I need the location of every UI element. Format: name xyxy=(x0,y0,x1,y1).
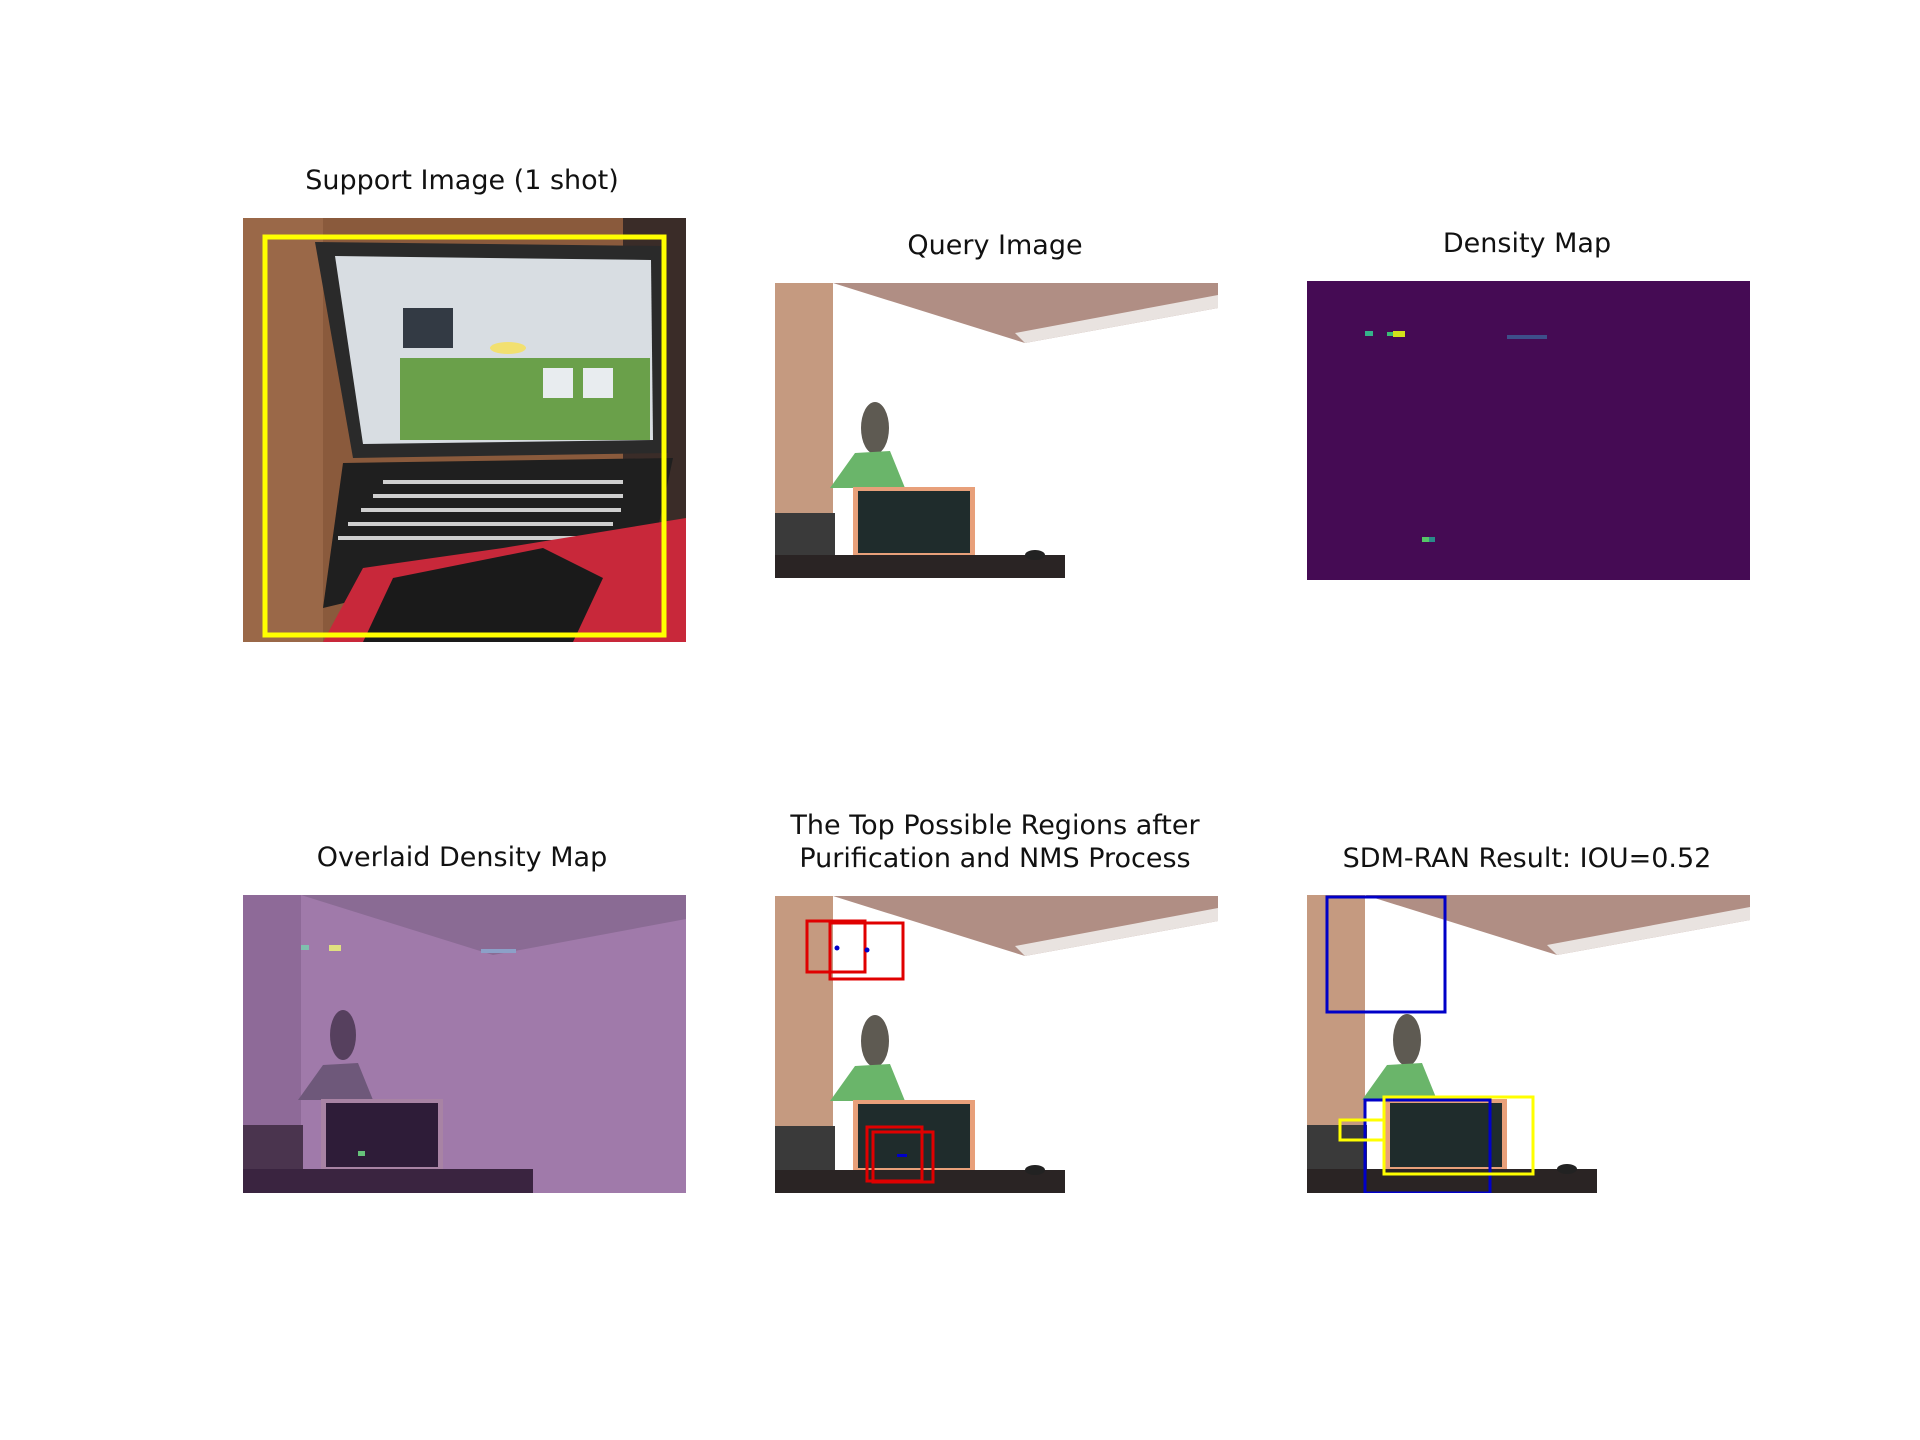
top-regions-image xyxy=(775,896,1218,1193)
support-bounding-box xyxy=(262,234,667,638)
ground-truth-box xyxy=(1338,1118,1386,1142)
support-image-title: Support Image (1 shot) xyxy=(305,165,619,196)
ground-truth-box xyxy=(1382,1095,1535,1176)
query-image xyxy=(775,283,1218,578)
top-regions-title: The Top Possible Regions after Purificat… xyxy=(790,810,1200,874)
result-title: SDM-RAN Result: IOU=0.52 xyxy=(1342,843,1712,874)
result-boxes xyxy=(1325,895,1535,1193)
query-image-title: Query Image xyxy=(907,230,1083,261)
prediction-box xyxy=(1325,895,1447,1014)
candidate-region-boxes xyxy=(805,919,935,1184)
density-map xyxy=(1307,281,1750,580)
result-image xyxy=(1307,895,1750,1193)
density-map-title: Density Map xyxy=(1442,228,1612,259)
overlaid-density-map-title: Overlaid Density Map xyxy=(316,842,608,873)
overlaid-density-map xyxy=(243,895,686,1193)
